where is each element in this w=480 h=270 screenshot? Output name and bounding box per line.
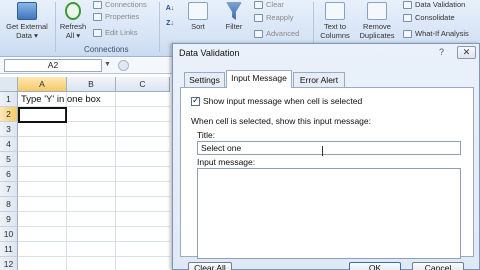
column-header-c[interactable]: C — [116, 77, 170, 92]
name-box-dropdown-icon[interactable]: ▼ — [104, 61, 111, 68]
worksheet-grid: A B C 1 2 3 4 5 6 7 8 9 10 11 12 Type 'Y… — [0, 77, 170, 270]
ok-button[interactable]: OK — [349, 262, 401, 270]
clear-all-button[interactable]: Clear All — [188, 262, 232, 270]
cancel-button[interactable]: Cancel — [412, 262, 464, 270]
row-header[interactable]: 5 — [0, 152, 18, 167]
sort-descending-icon: Z↓ — [166, 20, 174, 27]
tab-error-alert[interactable]: Error Alert — [293, 72, 345, 87]
row-header[interactable]: 11 — [0, 242, 18, 257]
gridline — [18, 136, 170, 137]
connections-group-label: Connections — [84, 45, 129, 54]
sort-button[interactable]: Sort — [180, 2, 216, 31]
gridline — [18, 151, 170, 152]
tab-settings[interactable]: Settings — [184, 72, 225, 87]
text-cursor-icon — [322, 146, 326, 156]
section-label: When cell is selected, show this input m… — [191, 116, 372, 126]
sort-icon — [188, 2, 208, 20]
reapply-button[interactable]: Reapply — [254, 13, 294, 22]
reapply-icon — [254, 13, 263, 22]
data-validation-icon — [403, 0, 412, 9]
edit-links-button[interactable]: Edit Links — [93, 28, 138, 37]
gridline — [115, 92, 116, 270]
row-header[interactable]: 6 — [0, 167, 18, 182]
column-header-a[interactable]: A — [18, 77, 67, 92]
column-header-b[interactable]: B — [67, 77, 116, 92]
row-header[interactable]: 3 — [0, 122, 18, 137]
tab-input-message[interactable]: Input Message — [226, 70, 292, 88]
database-icon — [17, 2, 37, 20]
gridline — [18, 241, 170, 242]
advanced-button[interactable]: Advanced — [254, 29, 299, 38]
advanced-filter-icon — [254, 29, 263, 38]
text-cursor-icon — [65, 108, 67, 120]
text-to-columns-icon — [325, 2, 345, 20]
ribbon-separator — [159, 2, 160, 52]
name-box[interactable]: A2 — [4, 59, 102, 72]
row-header[interactable]: 1 — [0, 92, 18, 107]
properties-icon — [93, 12, 102, 21]
sort-az-button[interactable]: A↓ Z↓ — [163, 4, 177, 28]
input-message-textarea[interactable] — [197, 168, 461, 259]
title-input[interactable]: Select one — [197, 141, 461, 155]
close-button[interactable]: ✕ — [457, 46, 476, 59]
row-header[interactable]: 8 — [0, 197, 18, 212]
data-validation-button[interactable]: Data Validation — [403, 0, 465, 9]
row-header[interactable]: 12 — [0, 257, 18, 270]
connections-icon — [93, 0, 102, 9]
title-label: Title: — [197, 130, 216, 140]
filter-icon — [226, 2, 242, 20]
input-message-label: Input message: — [197, 157, 256, 167]
show-input-message-checkbox[interactable]: Show input message when cell is selected — [191, 95, 363, 106]
connections-button[interactable]: Connections — [93, 0, 147, 9]
clear-button[interactable]: Clear — [254, 0, 284, 9]
row-header[interactable]: 10 — [0, 227, 18, 242]
consolidate-icon — [403, 13, 412, 22]
gridline — [18, 256, 170, 257]
row-header[interactable]: 2 — [0, 107, 18, 122]
gridline — [18, 226, 170, 227]
gridline — [18, 166, 170, 167]
consolidate-button[interactable]: Consolidate — [403, 13, 455, 22]
gridline — [18, 196, 170, 197]
refresh-icon — [65, 2, 81, 20]
refresh-all-button[interactable]: Refresh All ▾ — [58, 2, 88, 40]
row-header[interactable]: 7 — [0, 182, 18, 197]
text-to-columns-button[interactable]: Text to Columns — [316, 2, 354, 40]
filter-button[interactable]: Filter — [219, 2, 249, 31]
row-header[interactable]: 4 — [0, 137, 18, 152]
properties-button[interactable]: Properties — [93, 12, 139, 21]
gridline — [18, 211, 170, 212]
edit-links-icon — [93, 28, 102, 37]
what-if-analysis-button[interactable]: What-If Analysis — [403, 29, 469, 38]
gridline — [18, 181, 170, 182]
checkbox-checked-icon[interactable] — [191, 95, 200, 106]
remove-duplicates-button[interactable]: Remove Duplicates — [354, 2, 400, 40]
cell-a1[interactable]: Type 'Y' in one box — [21, 94, 101, 105]
select-all-corner[interactable] — [0, 77, 18, 92]
remove-duplicates-icon — [367, 2, 387, 20]
dialog-title: Data Validation — [179, 48, 240, 58]
clear-filter-icon — [254, 0, 263, 9]
active-cell-a2[interactable] — [18, 107, 67, 123]
ribbon-separator — [55, 2, 56, 52]
what-if-icon — [403, 29, 412, 38]
formula-bar-handle-icon — [118, 60, 129, 71]
row-header[interactable]: 9 — [0, 212, 18, 227]
get-external-data-button[interactable]: Get External Data ▾ — [2, 2, 52, 40]
sort-ascending-icon: A↓ — [165, 5, 175, 12]
show-input-message-label: Show input message when cell is selected — [203, 96, 363, 106]
help-icon[interactable]: ? — [439, 47, 444, 57]
